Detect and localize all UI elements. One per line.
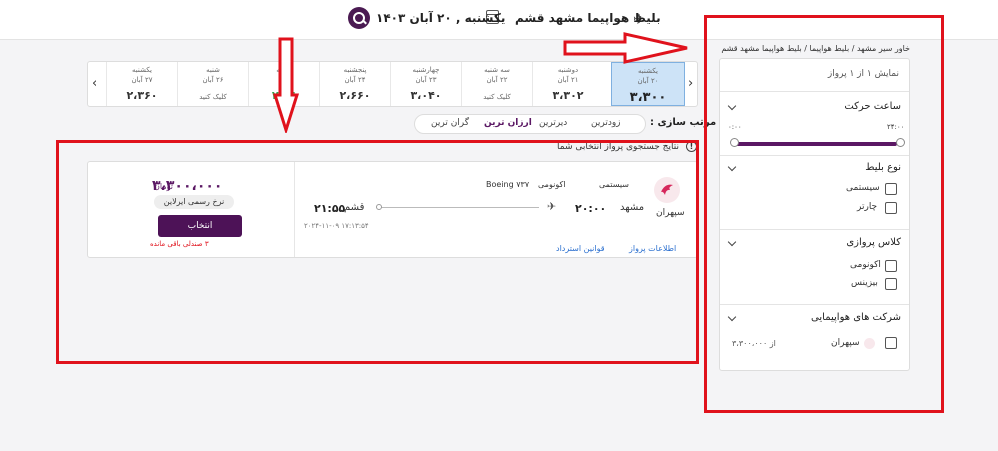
sort-options: زودترین دیرترین ارزان ترین گران ترین — [414, 114, 646, 134]
search-date[interactable]: یکشنبه , ۲۰ آبان ۱۴۰۳ — [376, 11, 505, 25]
date-strip-day[interactable]: پنجشنبه ۲۴ آبان ۲،۶۶۰ — [319, 62, 390, 106]
date-strip: ‹ › یکشنبه ۲۷ آبان ۲،۳۶۰ شنبه ۲۶ آبان کل… — [87, 61, 698, 107]
search-icon[interactable] — [348, 7, 370, 29]
date-strip-day[interactable]: شنبه ۲۶ آبان کلیک کنید — [177, 62, 248, 106]
sort-cheapest[interactable]: ارزان ترین — [484, 118, 532, 128]
page-title: بلیط هواپیما مشهد قشم — [515, 11, 661, 25]
date-strip-day[interactable]: دوشنبه ۲۱ آبان ۳،۳۰۲ — [532, 62, 603, 106]
date-strip-day[interactable]: سه شنبه ۲۲ آبان کلیک کنید — [461, 62, 532, 106]
chevron-right-icon[interactable]: › — [688, 76, 693, 91]
annotation-arrow-down — [273, 37, 299, 133]
sort-latest[interactable]: دیرترین — [539, 118, 567, 128]
date-strip-day[interactable]: یکشنبه ۲۷ آبان ۲،۳۶۰ — [106, 62, 177, 106]
annotation-box-results — [56, 140, 699, 364]
annotation-arrow-right — [563, 32, 688, 64]
date-strip-day[interactable]: چهارشنبه ۲۳ آبان ۳،۰۴۰ — [390, 62, 461, 106]
date-strip-day-selected[interactable]: یکشنبه ۲۰ آبان ۳،۳۰۰ — [611, 62, 685, 106]
annotation-box-filters — [704, 15, 944, 413]
sort-earliest[interactable]: زودترین — [591, 118, 621, 128]
sort-most-expensive[interactable]: گران ترین — [431, 118, 469, 128]
chevron-left-icon[interactable]: ‹ — [92, 76, 97, 91]
